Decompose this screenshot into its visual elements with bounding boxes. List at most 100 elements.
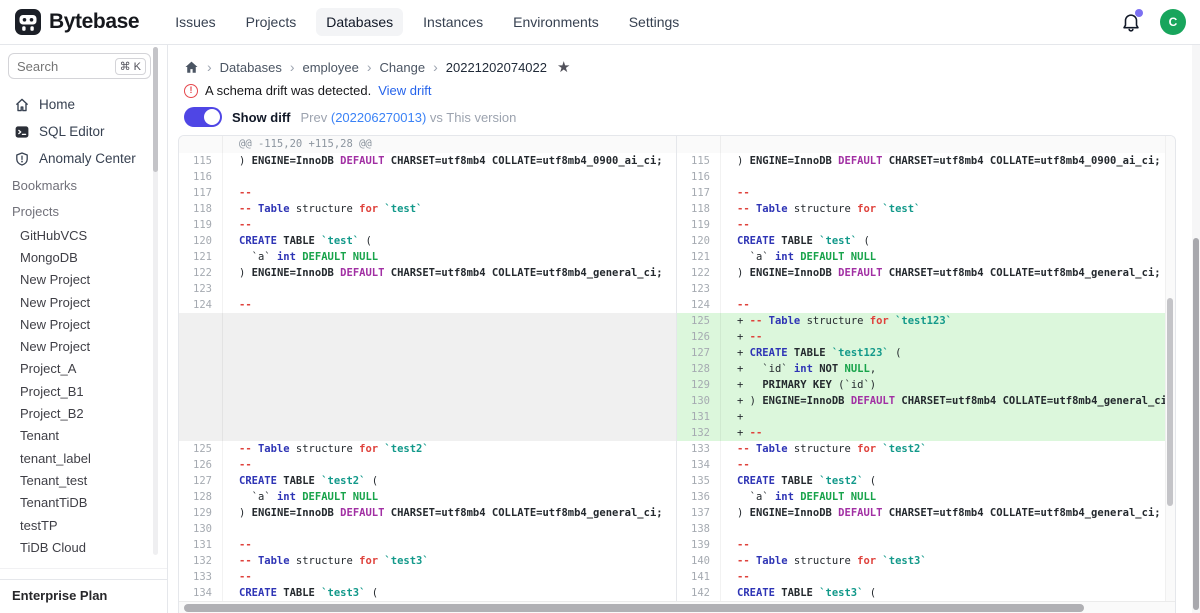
diff-row: 129) ENGINE=InnoDB DEFAULT CHARSET=utf8m… (179, 505, 1175, 521)
line-number: 133 (677, 441, 721, 457)
sidebar-project-item[interactable]: tenant_label (0, 447, 167, 469)
line-number: 115 (677, 153, 721, 169)
sidebar-project-item[interactable]: New Project (0, 313, 167, 335)
sidebar-project-item[interactable]: testTP (0, 514, 167, 536)
code-line: `a` int DEFAULT NULL (721, 249, 1175, 265)
nav-item-instances[interactable]: Instances (413, 8, 493, 36)
diff-side-new: 122) ENGINE=InnoDB DEFAULT CHARSET=utf8m… (677, 265, 1175, 281)
bytebase-logo[interactable]: Bytebase (14, 8, 139, 36)
diff-side-new: 117-- (677, 185, 1175, 201)
line-number: 126 (179, 457, 223, 473)
sidebar-item-label: Home (39, 97, 75, 112)
diff-row: 126+ -- (179, 329, 1175, 345)
diff-row: 115) ENGINE=InnoDB DEFAULT CHARSET=utf8m… (179, 153, 1175, 169)
breadcrumb-item[interactable]: 20221202074022 (446, 60, 547, 75)
line-number: 125 (179, 441, 223, 457)
diff-side-new: 137) ENGINE=InnoDB DEFAULT CHARSET=utf8m… (677, 505, 1175, 521)
diff-row: @@ -115,20 +115,28 @@ (179, 136, 1175, 153)
nav-item-databases[interactable]: Databases (316, 8, 403, 36)
sidebar-project-item[interactable]: TiDB Cloud (0, 536, 167, 558)
code-line: CREATE TABLE `test2` ( (223, 473, 676, 489)
line-number: 118 (179, 201, 223, 217)
code-line (223, 521, 676, 537)
sidebar-project-item[interactable]: Project_B1 (0, 380, 167, 402)
sidebar-project-item[interactable]: New Project (0, 269, 167, 291)
breadcrumb-item[interactable]: employee (303, 60, 359, 75)
avatar[interactable]: C (1160, 9, 1186, 35)
sidebar-project-item[interactable]: New Project (0, 291, 167, 313)
sidebar-project-item[interactable]: Tenant_test (0, 469, 167, 491)
sidebar-project-item[interactable]: Tenant (0, 425, 167, 447)
view-drift-link[interactable]: View drift (378, 83, 431, 98)
sidebar-item-anomaly-center[interactable]: Anomaly Center (0, 145, 167, 172)
nav-item-settings[interactable]: Settings (619, 8, 690, 36)
diff-rows: @@ -115,20 +115,28 @@115) ENGINE=InnoDB … (179, 136, 1175, 601)
sidebar-item-home[interactable]: Home (0, 91, 167, 118)
notifications-button[interactable] (1120, 11, 1142, 33)
star-icon[interactable]: ★ (557, 58, 570, 76)
diff-side-old: 131-- (179, 537, 677, 553)
page-scrollbar-thumb[interactable] (1193, 238, 1199, 610)
code-line: -- Table structure for `test3` (223, 553, 676, 569)
sidebar-project-item[interactable]: Project_B2 (0, 402, 167, 424)
diff-horizontal-scrollbar-thumb[interactable] (184, 604, 1084, 612)
sidebar-project-item[interactable]: New Project (0, 335, 167, 357)
diff-row: 117--117-- (179, 185, 1175, 201)
app-body: ⌘ K Home SQL Editor (0, 45, 1200, 613)
nav-item-environments[interactable]: Environments (503, 8, 609, 36)
diff-row: 134CREATE TABLE `test3` (142CREATE TABLE… (179, 585, 1175, 601)
home-breadcrumb-icon[interactable] (184, 60, 199, 75)
line-number (179, 345, 223, 361)
diff-panel: @@ -115,20 +115,28 @@115) ENGINE=InnoDB … (178, 135, 1176, 613)
show-diff-toggle[interactable] (184, 107, 222, 127)
line-number: 122 (677, 265, 721, 281)
line-number: 119 (677, 217, 721, 233)
search-box[interactable]: ⌘ K (8, 53, 151, 79)
prev-version-link[interactable]: (202206270013) (331, 110, 426, 125)
diff-side-old: 117-- (179, 185, 677, 201)
line-number: 121 (179, 249, 223, 265)
sidebar-item-label: SQL Editor (39, 124, 105, 139)
code-line (223, 361, 676, 377)
breadcrumb-item[interactable]: Change (380, 60, 426, 75)
sidebar-project-item[interactable]: Project_A (0, 358, 167, 380)
diff-side-new: 123 (677, 281, 1175, 297)
nav-item-issues[interactable]: Issues (165, 8, 225, 36)
nav-item-projects[interactable]: Projects (236, 8, 307, 36)
code-line: -- (721, 569, 1175, 585)
sidebar-project-item[interactable]: MongoDB (0, 246, 167, 268)
sidebar-scrollbar[interactable] (153, 47, 158, 555)
diff-row: 119--119-- (179, 217, 1175, 233)
diff-row: 127CREATE TABLE `test2` (135CREATE TABLE… (179, 473, 1175, 489)
page-scrollbar[interactable] (1192, 45, 1200, 613)
diff-row: 122) ENGINE=InnoDB DEFAULT CHARSET=utf8m… (179, 265, 1175, 281)
alert-icon: ! (184, 84, 198, 98)
sidebar-project-item[interactable]: GitHubVCS (0, 224, 167, 246)
search-input[interactable] (17, 59, 115, 74)
line-number (179, 313, 223, 329)
sidebar-item-sql-editor[interactable]: SQL Editor (0, 118, 167, 145)
code-line: -- (721, 297, 1175, 313)
code-line: ) ENGINE=InnoDB DEFAULT CHARSET=utf8mb4 … (223, 153, 676, 169)
breadcrumb-item[interactable]: Databases (220, 60, 282, 75)
code-line (223, 329, 676, 345)
diff-side-old: 120CREATE TABLE `test` ( (179, 233, 677, 249)
diff-row: 116116 (179, 169, 1175, 185)
diff-row: 129+ PRIMARY KEY (`id`) (179, 377, 1175, 393)
code-line: + PRIMARY KEY (`id`) (721, 377, 1175, 393)
line-number: 124 (179, 297, 223, 313)
line-number: 117 (677, 185, 721, 201)
diff-side-old: 130 (179, 521, 677, 537)
diff-side-new: 130+ ) ENGINE=InnoDB DEFAULT CHARSET=utf… (677, 393, 1175, 409)
diff-vertical-scrollbar[interactable] (1165, 136, 1175, 601)
diff-side-old (179, 409, 677, 425)
diff-horizontal-scrollbar[interactable] (179, 601, 1175, 613)
code-line (223, 345, 676, 361)
sidebar-project-item[interactable]: TenantTiDB (0, 492, 167, 514)
diff-vertical-scrollbar-thumb[interactable] (1167, 298, 1173, 506)
diff-side-new: 125+ -- Table structure for `test123` (677, 313, 1175, 329)
diff-row: 121 `a` int DEFAULT NULL121 `a` int DEFA… (179, 249, 1175, 265)
chevron-right-icon: › (207, 59, 212, 75)
sidebar-scrollbar-thumb[interactable] (153, 47, 158, 172)
navbar-right: C (1120, 9, 1186, 35)
